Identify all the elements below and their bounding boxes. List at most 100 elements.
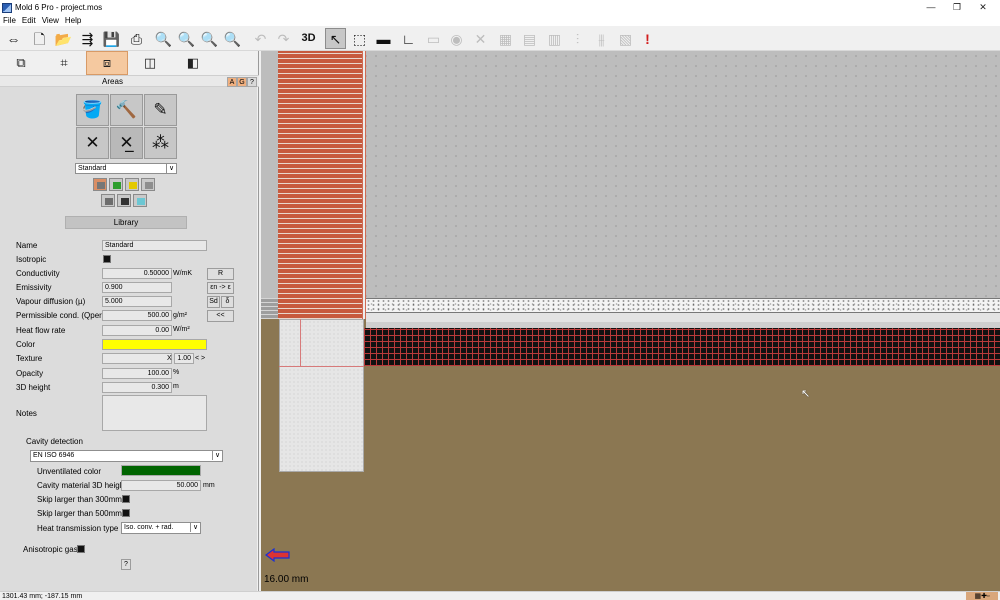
results-icon[interactable]: ⫵ (591, 28, 612, 49)
view-3d-button[interactable]: 3D (298, 28, 319, 49)
texture-nav-button[interactable]: < > (195, 355, 205, 362)
select-area-icon[interactable]: ⬚ (349, 28, 370, 49)
menu-edit[interactable]: Edit (22, 16, 36, 25)
notes-field[interactable] (102, 395, 207, 431)
library-button[interactable]: Library (65, 216, 187, 229)
help-button[interactable]: ? (121, 559, 131, 570)
select-pointer-icon[interactable]: ↖ (325, 28, 346, 49)
skip500-checkbox[interactable] (122, 509, 130, 517)
swatch-green[interactable] (109, 178, 123, 191)
zoom-out-icon[interactable]: 🔍 (176, 28, 197, 49)
app-logo-icon (2, 2, 12, 13)
report-icon[interactable]: ▧ (615, 28, 636, 49)
delete-underline-icon[interactable]: ✕̲ (110, 127, 143, 159)
conductivity-label: Conductivity (16, 269, 60, 278)
help-small-button[interactable]: ? (247, 77, 257, 87)
swatch-cyan[interactable] (133, 194, 147, 207)
emissivity-convert-button[interactable]: εn -> ε (207, 282, 234, 294)
areas-title: Areas (102, 77, 123, 86)
new-file-icon[interactable]: 🗋 (29, 28, 50, 49)
opacity-field[interactable]: 100.00 (102, 368, 172, 379)
hammer-icon[interactable]: 🔨 (110, 94, 143, 126)
tile-grid-layer[interactable] (364, 328, 1000, 366)
unvent-label: Unventilated color (37, 467, 102, 476)
conductivity-field[interactable]: 0.50000 (102, 268, 172, 279)
g-button[interactable]: G (237, 77, 247, 87)
vapour-field[interactable]: 5.000 (102, 296, 172, 307)
swatch-yellow[interactable] (125, 178, 139, 191)
zoom-area-icon[interactable]: 🔍 (222, 28, 243, 49)
chevron-down-icon: ∨ (166, 164, 176, 173)
close-button[interactable]: ✕ (968, 0, 998, 15)
wall-edge[interactable] (362, 51, 366, 319)
name-field[interactable]: Standard (102, 240, 207, 251)
menu-file[interactable]: File (3, 16, 16, 25)
pipette-icon[interactable]: ✎ (144, 94, 177, 126)
tab-results-icon[interactable]: ◧ (172, 51, 214, 75)
menu-view[interactable]: View (42, 16, 59, 25)
cavity-standard-select[interactable]: EN ISO 6946 ∨ (30, 450, 223, 462)
tab-boundary-icon[interactable]: ◫ (129, 51, 171, 75)
concrete-footing[interactable] (279, 319, 364, 472)
material-height-field[interactable]: 50.000 (121, 480, 201, 491)
save-icon[interactable]: 💾 (101, 28, 122, 49)
perm-copy-button[interactable]: << (207, 310, 234, 322)
fit-width-icon[interactable]: ⇔ (3, 28, 24, 49)
isotropic-label: Isotropic (16, 255, 47, 264)
boundary-icon[interactable]: ▦ (495, 28, 516, 49)
emissivity-field[interactable]: 0.900 (102, 282, 172, 293)
undo-icon[interactable]: ↶ (250, 28, 271, 49)
unvent-color-field[interactable] (121, 465, 201, 476)
brick-wall[interactable] (278, 51, 362, 319)
menu-help[interactable]: Help (65, 16, 81, 25)
tab-geometry-icon[interactable]: ⧉ (0, 51, 42, 75)
ruler-icon[interactable]: ▬ (373, 28, 394, 49)
isotropic-checkbox[interactable] (103, 255, 111, 263)
texture-field[interactable] (102, 353, 172, 364)
warning-icon[interactable]: ! (637, 28, 658, 49)
air-region[interactable] (261, 51, 1000, 298)
hide-icon[interactable]: ✕ (470, 28, 491, 49)
import-icon[interactable]: ⇶ (77, 28, 98, 49)
layers-icon[interactable]: ▤ (519, 28, 540, 49)
texture-scale-field[interactable]: 1.00 (174, 353, 194, 364)
perm-field[interactable]: 500.00 (102, 310, 172, 321)
color-field[interactable] (102, 339, 207, 350)
eye-icon[interactable]: ◉ (446, 28, 467, 49)
swatch-orange[interactable] (93, 178, 107, 191)
snap-grid-icon[interactable]: ▦✚▫ (966, 592, 998, 600)
delta-button[interactable]: δ (221, 296, 234, 308)
delete-icon[interactable]: ✕ (76, 127, 109, 159)
comment-icon[interactable]: ▭ (423, 28, 444, 49)
a-button[interactable]: A (227, 77, 237, 87)
open-folder-icon[interactable]: 📂 (53, 28, 74, 49)
skip500-label: Skip larger than 500mm (37, 509, 122, 518)
left-strip[interactable] (261, 51, 278, 298)
aniso-checkbox[interactable] (77, 545, 85, 553)
zoom-fit-icon[interactable]: 🔍 (199, 28, 220, 49)
tab-crop-icon[interactable]: ⌗ (43, 51, 85, 75)
sd-button[interactable]: Sd (207, 296, 220, 308)
gravel-layer[interactable] (366, 298, 1000, 313)
fill-bucket-icon[interactable]: 🪣 (76, 94, 109, 126)
swatch-dark[interactable] (101, 194, 115, 207)
resistance-button[interactable]: R (207, 268, 234, 280)
material-select[interactable]: Standard ∨ (75, 163, 177, 174)
texture-x-label: X (167, 355, 172, 362)
delete-all-icon[interactable]: ⁂ (144, 127, 177, 159)
swatch-gray[interactable] (141, 178, 155, 191)
redo-icon[interactable]: ↷ (273, 28, 294, 49)
small-brick-block[interactable] (261, 298, 278, 319)
print-icon[interactable]: ⎙ (126, 28, 147, 49)
drawing-canvas[interactable]: 16.00 mm ↖ (261, 51, 1000, 591)
skip300-checkbox[interactable] (122, 495, 130, 503)
heatflow-field[interactable]: 0.00 (102, 325, 172, 336)
swatch-black[interactable] (117, 194, 131, 207)
zoom-in-icon[interactable]: 🔍 (153, 28, 174, 49)
tab-areas-icon[interactable]: ⧈ (86, 51, 128, 75)
heat-type-select[interactable]: Iso. conv. + rad. ∨ (121, 522, 201, 534)
chart-icon[interactable]: ▥ (544, 28, 565, 49)
temperature-icon[interactable]: ⫶ (567, 28, 588, 49)
angle-icon[interactable]: ∟ (398, 28, 419, 49)
height-field[interactable]: 0.300 (102, 382, 172, 393)
